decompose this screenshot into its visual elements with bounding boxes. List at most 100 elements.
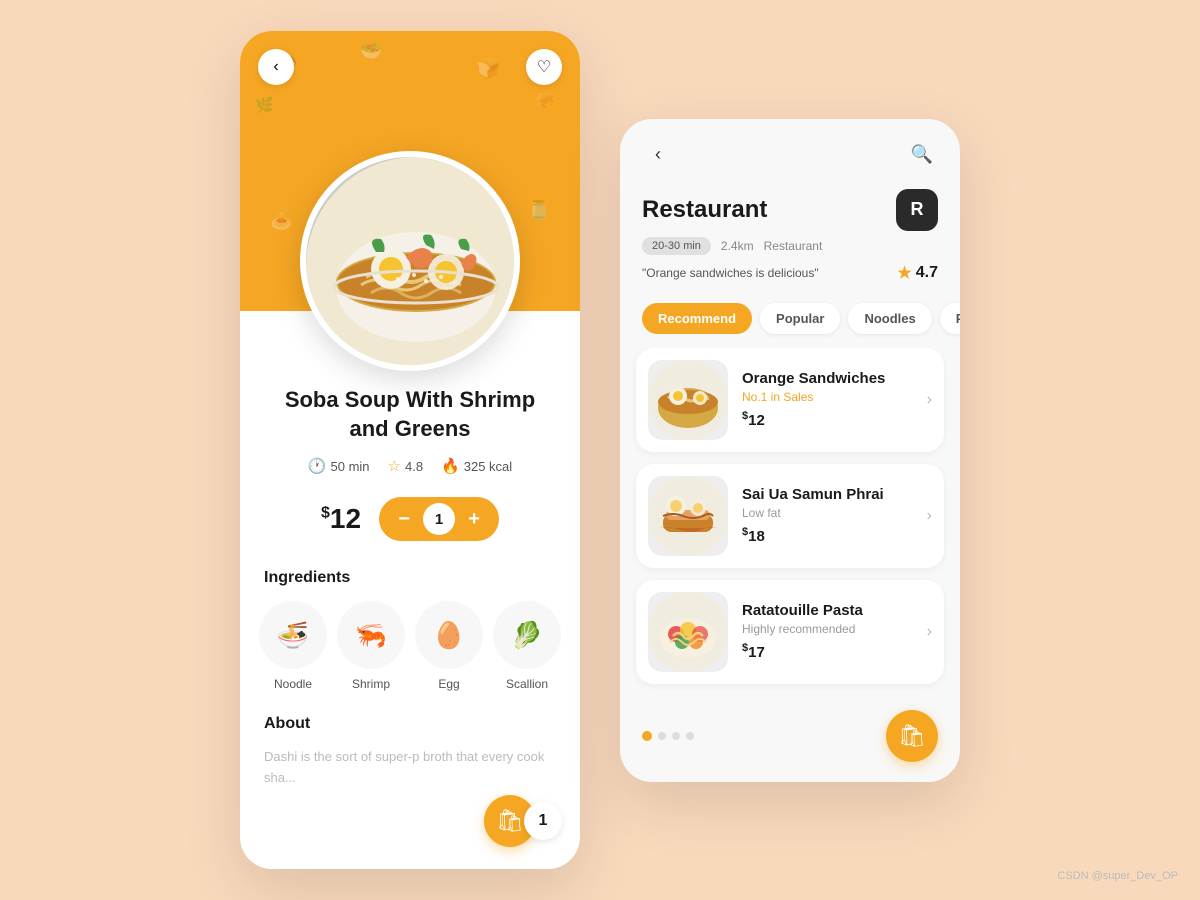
item3-price: $17 <box>742 642 913 661</box>
dot-2 <box>658 732 666 740</box>
item1-price: $12 <box>742 410 913 429</box>
cart-count-badge: 1 <box>524 802 562 840</box>
meta-time: 🕐 50 min <box>308 457 370 475</box>
tab-noodles[interactable]: Noodles <box>848 303 931 334</box>
shrimp-label: Shrimp <box>352 677 390 691</box>
egg-icon: 🥚 <box>415 601 483 669</box>
search-icon: 🔍 <box>911 144 933 165</box>
about-section: About Dashi is the sort of super-p broth… <box>264 715 556 789</box>
item1-sub: No.1 in Sales <box>742 390 913 404</box>
meta-calories: 🔥 325 kcal <box>441 457 512 475</box>
rating-row: "Orange sandwiches is delicious" ★ 4.7 <box>642 263 938 283</box>
menu-item-sai-ua[interactable]: Sai Ua Samun Phrai Low fat $18 › <box>636 464 944 568</box>
egg-label: Egg <box>438 677 459 691</box>
left-food-detail-card: 🍩 🥗 🍞 🥐 🌿 🍝 🫙 ‹ ♡ <box>240 31 580 869</box>
price-qty-row: $12 − 1 + <box>264 497 556 541</box>
item2-sub: Low fat <box>742 506 913 520</box>
restaurant-back-button[interactable]: ‹ <box>642 139 674 171</box>
ingredient-noodle: 🍜 Noodle <box>259 601 327 691</box>
ingredient-scallion: 🥬 Scallion <box>493 601 561 691</box>
item3-info: Ratatouille Pasta Highly recommended $17 <box>742 602 913 661</box>
calories-value: 325 kcal <box>464 459 512 474</box>
type-text: Restaurant <box>764 239 823 253</box>
time-badge: 20-30 min <box>642 237 711 255</box>
rating-value: 4.8 <box>405 459 423 474</box>
ingredients-title: Ingredients <box>264 569 556 587</box>
noodle-label: Noodle <box>274 677 312 691</box>
quantity-display: 1 <box>423 503 455 535</box>
dot-4 <box>686 732 694 740</box>
about-title: About <box>264 715 556 733</box>
item3-arrow-icon[interactable]: › <box>927 623 932 641</box>
favorite-button[interactable]: ♡ <box>526 49 562 85</box>
about-text: Dashi is the sort of super-p broth that … <box>264 747 556 789</box>
dish-image <box>300 151 520 371</box>
distance-text: 2.4km <box>721 239 754 253</box>
tab-pizza[interactable]: Pizz <box>940 303 960 334</box>
item2-info: Sai Ua Samun Phrai Low fat $18 <box>742 486 913 545</box>
right-restaurant-card: ‹ 🔍 Restaurant R 20-30 min 2.4km Restaur… <box>620 119 960 782</box>
menu-items-list: Orange Sandwiches No.1 in Sales $12 › <box>620 348 960 696</box>
restaurant-header: Restaurant R 20-30 min 2.4km Restaurant … <box>620 181 960 299</box>
dish-price: $12 <box>321 503 361 535</box>
category-tabs-row: Recommend Popular Noodles Pizz <box>620 299 960 348</box>
ingredient-shrimp: 🦐 Shrimp <box>337 601 405 691</box>
ingredient-egg: 🥚 Egg <box>415 601 483 691</box>
decrease-btn[interactable]: − <box>389 504 419 534</box>
restaurant-meta: 20-30 min 2.4km Restaurant <box>642 237 938 255</box>
restaurant-name: Restaurant <box>642 196 767 224</box>
dot-3 <box>672 732 680 740</box>
clock-icon: 🕐 <box>308 457 327 475</box>
meta-rating: ☆ 4.8 <box>388 457 424 475</box>
dot-1 <box>642 731 652 741</box>
back-arrow-icon: ‹ <box>655 144 661 165</box>
menu-item-ratatouille[interactable]: Ratatouille Pasta Highly recommended $17… <box>636 580 944 684</box>
time-value: 50 min <box>331 459 370 474</box>
left-body-content: Soba Soup With Shrimp and Greens 🕐 50 mi… <box>240 311 580 869</box>
item2-price: $18 <box>742 526 913 545</box>
restaurant-title-row: Restaurant R <box>642 189 938 231</box>
rating-number: 4.7 <box>916 264 938 282</box>
item1-arrow-icon[interactable]: › <box>927 391 932 409</box>
dish-meta-row: 🕐 50 min ☆ 4.8 🔥 325 kcal <box>264 457 556 475</box>
left-header-banner: 🍩 🥗 🍞 🥐 🌿 🍝 🫙 ‹ ♡ <box>240 31 580 311</box>
watermark: CSDN @super_Dev_OP <box>1057 870 1178 882</box>
dish-title: Soba Soup With Shrimp and Greens <box>264 386 556 443</box>
star-icon: ☆ <box>388 457 401 475</box>
search-button[interactable]: 🔍 <box>906 139 938 171</box>
rating-value-display: ★ 4.7 <box>897 263 938 283</box>
right-cart-button[interactable]: 🛍 <box>886 710 938 762</box>
star-rating-icon: ★ <box>897 263 911 283</box>
item1-name: Orange Sandwiches <box>742 370 913 387</box>
cart-float-button[interactable]: 🛍 1 <box>484 795 562 847</box>
back-icon: ‹ <box>273 58 278 76</box>
logo-letter: R <box>911 199 924 220</box>
top-navigation: ‹ 🔍 <box>620 119 960 181</box>
restaurant-quote: "Orange sandwiches is delicious" <box>642 266 819 280</box>
item3-image <box>648 592 728 672</box>
item3-sub: Highly recommended <box>742 622 913 636</box>
tab-popular[interactable]: Popular <box>760 303 840 334</box>
fire-icon: 🔥 <box>441 457 460 475</box>
scallion-label: Scallion <box>506 677 548 691</box>
cart-bag-icon: 🛍 <box>898 723 926 749</box>
item2-name: Sai Ua Samun Phrai <box>742 486 913 503</box>
page-dots <box>642 731 694 741</box>
item1-image <box>648 360 728 440</box>
noodle-icon: 🍜 <box>259 601 327 669</box>
item2-arrow-icon[interactable]: › <box>927 507 932 525</box>
restaurant-logo: R <box>896 189 938 231</box>
increase-btn[interactable]: + <box>459 504 489 534</box>
item2-image <box>648 476 728 556</box>
quantity-control[interactable]: − 1 + <box>379 497 499 541</box>
ingredients-list: 🍜 Noodle 🦐 Shrimp 🥚 Egg 🥬 Scallion <box>264 601 556 691</box>
heart-icon: ♡ <box>537 57 551 77</box>
scallion-icon: 🥬 <box>493 601 561 669</box>
item3-name: Ratatouille Pasta <box>742 602 913 619</box>
bottom-nav-bar: 🛍 <box>620 696 960 782</box>
menu-item-orange-sandwiches[interactable]: Orange Sandwiches No.1 in Sales $12 › <box>636 348 944 452</box>
tab-recommend[interactable]: Recommend <box>642 303 752 334</box>
item1-info: Orange Sandwiches No.1 in Sales $12 <box>742 370 913 429</box>
back-button[interactable]: ‹ <box>258 49 294 85</box>
shrimp-icon: 🦐 <box>337 601 405 669</box>
